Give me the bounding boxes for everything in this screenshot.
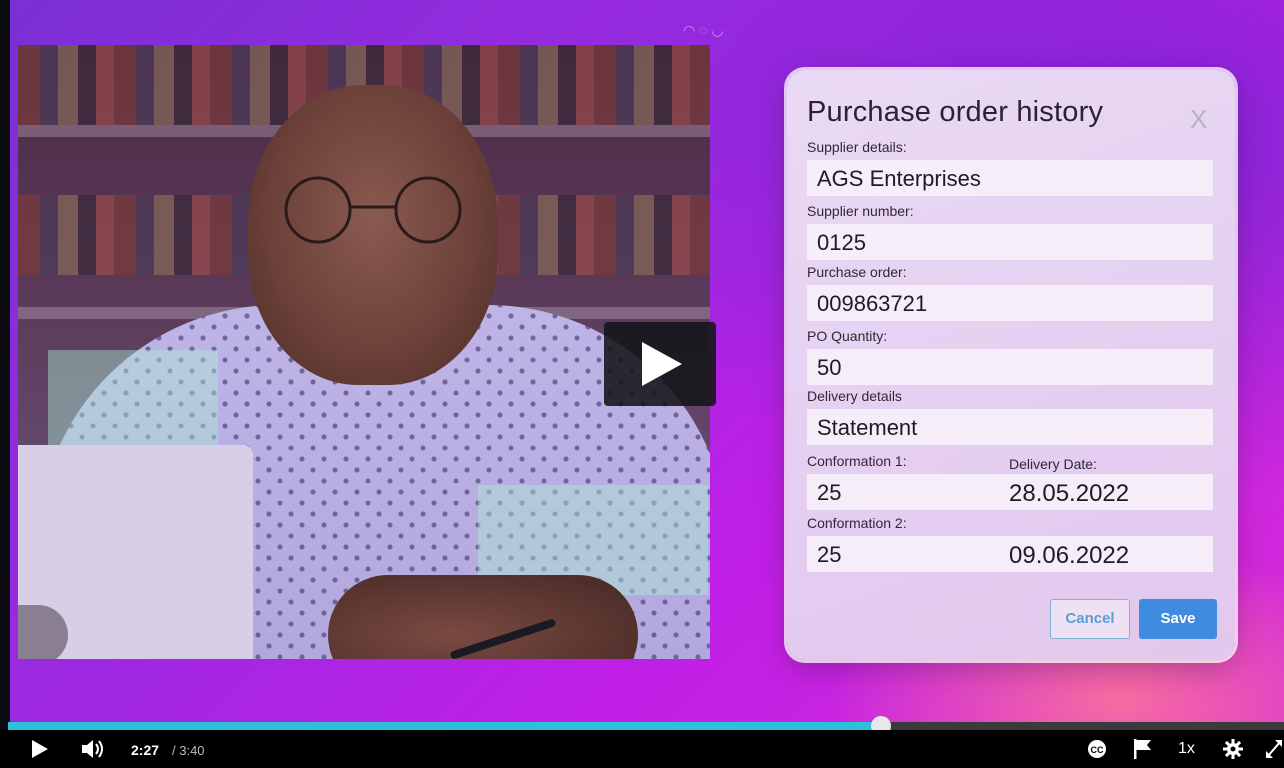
conformation-1-field[interactable]: 25 28.05.2022 (807, 474, 1213, 510)
fullscreen-icon[interactable] (1266, 740, 1282, 758)
svg-text:CC: CC (1091, 745, 1104, 755)
decorative-dots-icon: ◠ ◌ ◡ (683, 22, 724, 38)
delivery-details-value: Statement (817, 415, 918, 440)
center-play-button[interactable] (604, 322, 716, 406)
total-time: / 3:40 (172, 743, 205, 758)
supplier-number-field[interactable]: 0125 (807, 224, 1213, 260)
conformation-2-value: 25 (817, 542, 842, 567)
conformation-1-label: Conformation 1: (807, 453, 907, 469)
close-icon[interactable]: X (1190, 104, 1207, 135)
purchase-order-label: Purchase order: (807, 264, 907, 280)
conformation-2-date: 09.06.2022 (1009, 542, 1130, 569)
supplier-details-value: AGS Enterprises (817, 166, 981, 191)
supplier-details-field[interactable]: AGS Enterprises (807, 160, 1213, 196)
conformation-2-field[interactable]: 25 09.06.2022 (807, 536, 1213, 572)
delivery-date-label: Delivery Date: (1009, 456, 1097, 472)
shirt-highlight-patch (48, 350, 218, 460)
current-time: 2:27 (131, 742, 160, 758)
captions-icon[interactable]: CC (1087, 740, 1107, 758)
supplier-details-label: Supplier details: (807, 139, 907, 155)
settings-gear-icon[interactable] (1223, 739, 1243, 759)
po-quantity-value: 50 (817, 355, 842, 380)
po-quantity-field[interactable]: 50 (807, 349, 1213, 385)
dialog-title: Purchase order history (807, 96, 1104, 128)
delivery-details-field[interactable]: Statement (807, 409, 1213, 445)
delivery-details-label: Delivery details (807, 388, 902, 404)
play-icon (642, 342, 682, 386)
purchase-order-value: 009863721 (817, 291, 928, 316)
left-edge-bar (0, 0, 10, 730)
purchase-order-history-dialog: Purchase order history X Supplier detail… (787, 70, 1235, 660)
volume-icon[interactable] (82, 739, 106, 759)
progress-fill (8, 722, 881, 730)
playback-speed[interactable]: 1x (1178, 740, 1195, 758)
flag-icon[interactable] (1134, 739, 1152, 759)
video-player-controls: 2:27 / 3:40 CC 1x (0, 716, 1284, 768)
video-frame[interactable]: ◠ ◌ ◡ Purchase order history X Supplier … (0, 0, 1284, 730)
purchase-order-field[interactable]: 009863721 (807, 285, 1213, 321)
conformation-2-label: Conformation 2: (807, 515, 907, 531)
supplier-number-label: Supplier number: (807, 203, 914, 219)
progress-bar[interactable] (8, 716, 1284, 736)
control-bar: 2:27 / 3:40 CC 1x (0, 730, 1284, 768)
supplier-number-value: 0125 (817, 230, 866, 255)
save-button[interactable]: Save (1139, 599, 1217, 639)
glasses-icon (284, 176, 462, 244)
conformation-1-value: 25 (817, 480, 842, 505)
cancel-button[interactable]: Cancel (1050, 599, 1130, 639)
conformation-1-date: 28.05.2022 (1009, 480, 1130, 507)
play-icon[interactable] (32, 740, 48, 758)
po-quantity-label: PO Quantity: (807, 328, 888, 344)
